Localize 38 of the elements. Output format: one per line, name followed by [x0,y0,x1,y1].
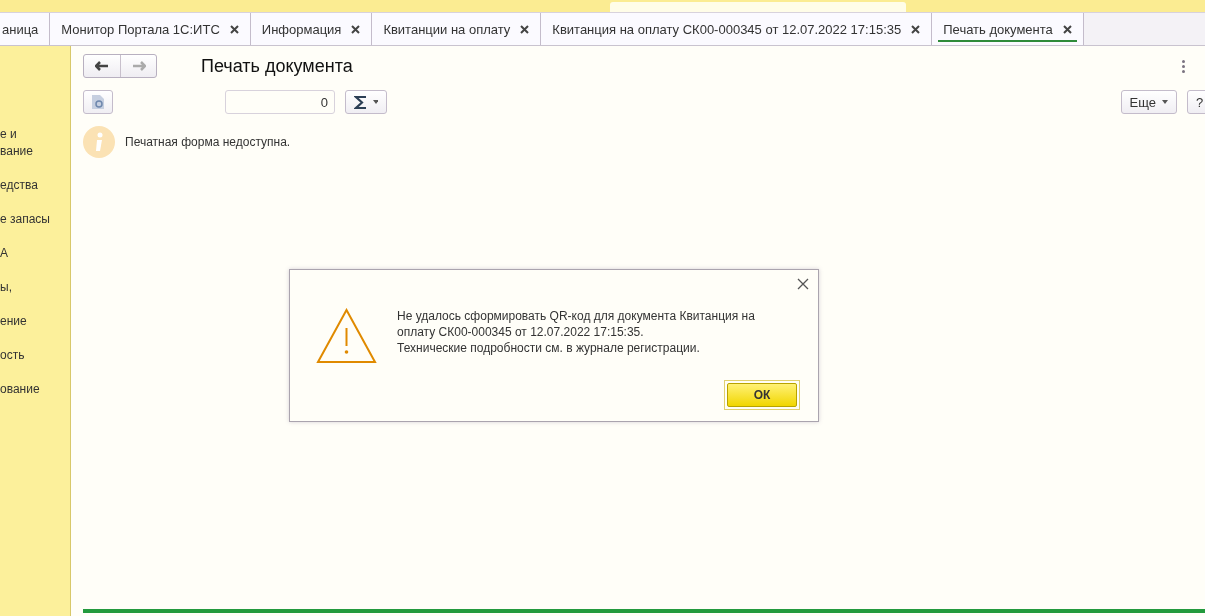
close-icon[interactable] [520,24,530,34]
sum-button[interactable] [345,90,387,114]
arrow-left-icon [95,61,109,71]
sidebar-item[interactable]: е и вание [0,126,70,160]
sum-field[interactable]: 0 [225,90,335,114]
tab[interactable]: аница [0,13,51,45]
sidebar-item[interactable]: ование [0,381,70,398]
close-icon[interactable] [351,24,361,34]
close-icon[interactable] [229,24,239,34]
arrow-right-icon [131,61,146,71]
info-icon [83,126,115,158]
preview-button[interactable] [83,90,113,114]
help-button[interactable]: ? [1187,90,1205,114]
tab[interactable]: Квитанции на оплату [372,13,542,45]
ok-button[interactable]: ОК [727,383,797,407]
sidebar-item[interactable]: ы, [0,279,70,296]
close-icon[interactable] [1062,24,1072,34]
caret-icon [372,100,378,104]
sidebar-item[interactable]: А [0,245,70,262]
tab[interactable]: Печать документа [932,13,1084,45]
more-menu-icon[interactable] [1182,59,1185,73]
tab[interactable]: Информация [250,13,373,45]
sidebar-item[interactable]: е запасы [0,211,70,228]
sidebar-item[interactable]: ость [0,347,70,364]
caret-icon [1162,100,1168,104]
tab[interactable]: Квитанция на оплату СК00-000345 от 12.07.2022 17:15:35 [541,13,933,45]
sigma-icon [354,94,367,110]
more-button[interactable]: Еще [1120,90,1177,114]
sidebar-item[interactable]: ение [0,313,70,330]
warning-icon [316,308,377,364]
tab[interactable]: Монитор Портала 1С:ИТС [50,13,251,45]
sidebar-item[interactable]: едства [0,177,70,194]
document-preview-icon [91,94,105,110]
status-message: Печатная форма недоступна. [125,135,291,149]
form-title: Печать документа [201,55,353,77]
close-icon[interactable] [796,278,810,292]
close-icon[interactable] [911,24,921,34]
error-message: Не удалось сформировать QR-код для документа Квитанция на оплату СК00-000345 от 12.07.2022 17:15:35. Технические подробности см. в журнале регистрации. [397,308,755,357]
